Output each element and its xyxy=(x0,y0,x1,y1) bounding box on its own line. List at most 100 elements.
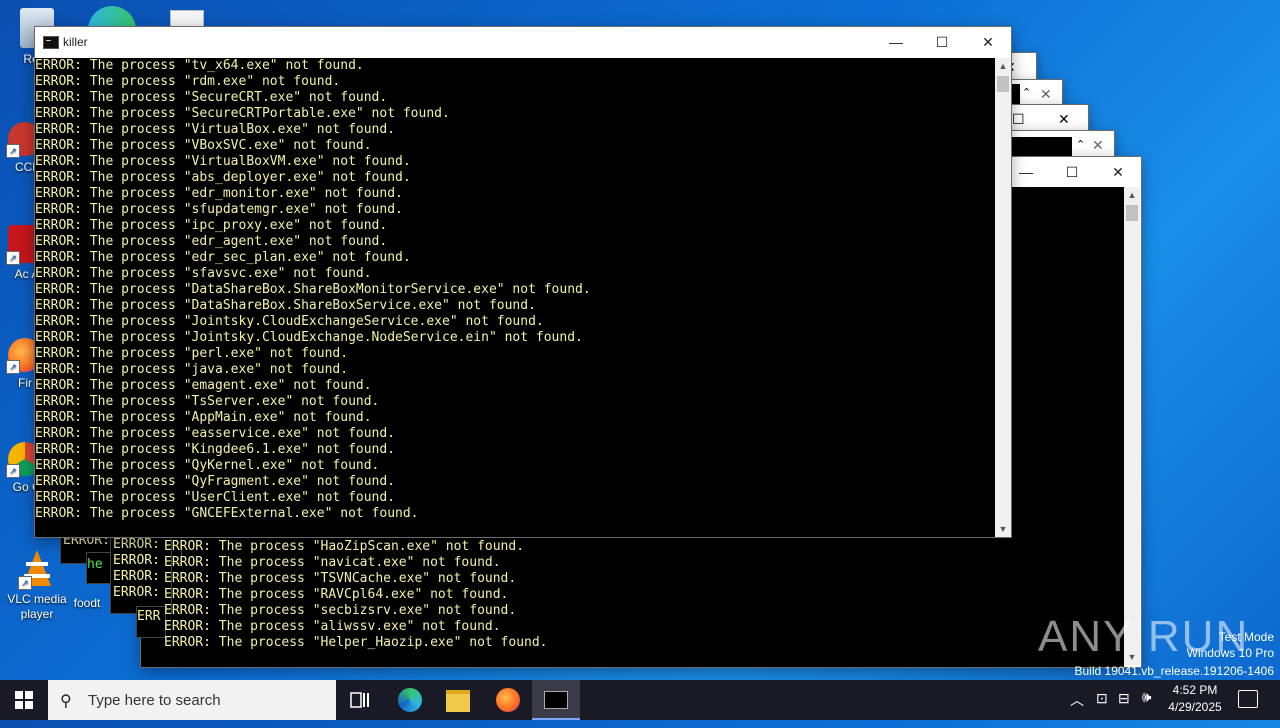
console-line: ERROR: The process "SecureCRTPortable.ex… xyxy=(35,106,450,121)
console-line: ERROR: The process "HaoZipScan.exe" not … xyxy=(164,539,525,554)
console-line: ERROR: The process "DataShareBox.ShareBo… xyxy=(35,298,536,313)
console-line: ERROR: The process "java.exe" not found. xyxy=(35,362,349,377)
close-button[interactable]: ✕ xyxy=(1095,157,1141,187)
console-app-icon xyxy=(544,691,568,709)
console-line: ERROR: The process "sfavsvc.exe" not fou… xyxy=(35,266,372,281)
console-line: ERROR: The process "QyKernel.exe" not fo… xyxy=(35,458,380,473)
console-line: ERROR: The process "TsServer.exe" not fo… xyxy=(35,394,380,409)
notifications-button[interactable] xyxy=(1238,690,1258,708)
desktop-icon-label: Fir xyxy=(18,376,32,390)
desktop-icon-file[interactable]: foodt xyxy=(62,596,112,611)
console-line: ERROR: The process "AppMain.exe" not fou… xyxy=(35,410,372,425)
titlebar[interactable]: killer — ☐ ✕ xyxy=(35,27,1011,57)
close-icon[interactable]: ✕ xyxy=(1058,111,1070,128)
console-line: ERROR: The process "UserClient.exe" not … xyxy=(35,490,396,505)
console-line: ERROR: The process "QyFragment.exe" not … xyxy=(35,474,396,489)
console-line: ERROR: The process "edr_agent.exe" not f… xyxy=(35,234,388,249)
task-view-button[interactable] xyxy=(336,680,384,720)
console-line: ERROR: The process "GNCEFExternal.exe" n… xyxy=(35,506,419,521)
console-line: ERROR: The process "emagent.exe" not fou… xyxy=(35,378,372,393)
maximize-button[interactable]: ☐ xyxy=(919,27,965,57)
windows-logo-icon xyxy=(15,691,33,709)
desktop-icon-label: foodt xyxy=(73,596,101,610)
console-line: ERROR: The process "DataShareBox.ShareBo… xyxy=(35,282,591,297)
taskbar: ⚲ Type here to search ︿ ⊡ ⊟ 🕪 4:52 PM 4/… xyxy=(0,680,1280,720)
stacked-console-fragment-4: ERR xyxy=(136,606,166,638)
console-line: ERROR: The process "easservice.exe" not … xyxy=(35,426,396,441)
scroll-up-icon[interactable]: ⌃ xyxy=(1022,86,1031,99)
console-app-icon xyxy=(43,36,59,49)
watermark-build: Build 19041.vb_release.191206-1406 xyxy=(1074,664,1275,678)
scroll-down-icon[interactable]: ▼ xyxy=(995,521,1011,537)
console-line: ERROR: The process "Jointsky.CloudExchan… xyxy=(35,330,583,345)
maximize-icon[interactable]: ☐ xyxy=(1012,111,1025,128)
console-window-killer[interactable]: killer — ☐ ✕ ERROR: The process "tv_x64.… xyxy=(34,26,1012,538)
scroll-up-icon[interactable]: ⌃ xyxy=(1076,138,1085,151)
console-output: ERROR: The process "tv_x64.exe" not foun… xyxy=(35,58,995,537)
console-line: ERROR: The process "RAVCpl64.exe" not fo… xyxy=(164,587,509,602)
clock[interactable]: 4:52 PM 4/29/2025 xyxy=(1160,683,1230,714)
clock-time: 4:52 PM xyxy=(1172,683,1218,697)
close-button[interactable]: ✕ xyxy=(965,27,1011,57)
console-output-visible: ERROR: The process "HaoZipScan.exe" not … xyxy=(164,539,1104,664)
scroll-up-icon[interactable]: ▲ xyxy=(1124,187,1140,203)
edge-icon xyxy=(398,688,422,712)
console-line: ERROR: The process "SecureCRT.exe" not f… xyxy=(35,90,388,105)
console-line: ERROR: The process "Kingdee6.1.exe" not … xyxy=(35,442,396,457)
minimize-button[interactable]: — xyxy=(873,27,919,57)
scroll-up-icon[interactable]: ▲ xyxy=(995,58,1011,74)
firefox-icon xyxy=(496,688,520,712)
console-line: ERROR: The process "VirtualBox.exe" not … xyxy=(35,122,396,137)
watermark-edition: Windows 10 Pro xyxy=(1186,646,1274,660)
console-line: ERROR: The process "Jointsky.CloudExchan… xyxy=(35,314,544,329)
console-line: ERROR: The process "rdm.exe" not found. xyxy=(35,74,341,89)
console-line: ERROR: The process "edr_monitor.exe" not… xyxy=(35,186,403,201)
vlc-icon: ↗ xyxy=(18,548,54,590)
console-line: ERROR: The process "TSVNCache.exe" not f… xyxy=(164,571,517,586)
folder-icon xyxy=(446,690,470,712)
console-line: ERROR: The process "secbizsrv.exe" not f… xyxy=(164,603,517,618)
console-line: ERROR: The process "aliwssv.exe" not fou… xyxy=(164,619,501,634)
stacked-console-fragment-3: ERROR: ERROR: ERROR: ERROR: xyxy=(110,536,172,614)
scrollbar-thumb[interactable] xyxy=(997,76,1009,92)
console-line: ERROR: The process "VirtualBoxVM.exe" no… xyxy=(35,154,411,169)
green-text-fragment: he xyxy=(87,557,103,572)
start-button[interactable] xyxy=(0,680,48,720)
error-fragment: ERROR: xyxy=(113,585,160,600)
task-view-icon xyxy=(350,692,369,708)
console-line: ERROR: The process "perl.exe" not found. xyxy=(35,346,349,361)
close-icon[interactable]: ✕ xyxy=(1092,137,1104,154)
volume-icon[interactable]: 🕪 xyxy=(1142,689,1151,706)
search-icon: ⚲ xyxy=(60,693,72,710)
error-fragment: ERROR: xyxy=(113,537,160,552)
console-line: ERROR: The process "abs_deployer.exe" no… xyxy=(35,170,411,185)
watermark-test-mode: Test Mode xyxy=(1218,630,1274,644)
edge-taskbar-button[interactable] xyxy=(386,680,434,720)
desktop-icon-label: VLC media player xyxy=(7,592,67,621)
console-line: ERROR: The process "ipc_proxy.exe" not f… xyxy=(35,218,388,233)
file-explorer-button[interactable] xyxy=(434,680,482,720)
chevron-up-icon[interactable]: ︿ xyxy=(1070,690,1084,710)
firefox-taskbar-button[interactable] xyxy=(484,680,532,720)
maximize-button[interactable]: ☐ xyxy=(1049,157,1095,187)
window-title: killer xyxy=(63,35,88,49)
console-line: ERROR: The process "edr_sec_plan.exe" no… xyxy=(35,250,411,265)
search-input[interactable]: ⚲ Type here to search xyxy=(48,680,336,720)
security-icon[interactable]: ⊡ xyxy=(1096,690,1108,707)
console-line: ERROR: The process "VBoxSVC.exe" not fou… xyxy=(35,138,372,153)
scrollbar-thumb[interactable] xyxy=(1126,205,1138,221)
network-icon[interactable]: ⊟ xyxy=(1118,690,1130,707)
console-line: ERROR: The process "Helper_Haozip.exe" n… xyxy=(164,635,548,650)
cmd-taskbar-button[interactable] xyxy=(532,680,580,720)
close-icon[interactable]: ✕ xyxy=(1040,86,1052,103)
vertical-scrollbar[interactable]: ▲ ▼ xyxy=(995,58,1011,537)
search-placeholder: Type here to search xyxy=(88,692,221,709)
clock-date: 4/29/2025 xyxy=(1168,700,1222,714)
error-fragment: ERR xyxy=(137,609,161,624)
console-line: ERROR: The process "navicat.exe" not fou… xyxy=(164,555,501,570)
error-fragment: ERROR: xyxy=(113,569,160,584)
error-fragment: ERROR: xyxy=(113,553,160,568)
console-line: ERROR: The process "sfupdatemgr.exe" not… xyxy=(35,202,403,217)
console-line: ERROR: The process "tv_x64.exe" not foun… xyxy=(35,58,364,73)
vertical-scrollbar[interactable]: ▲ ▼ xyxy=(1124,187,1140,665)
